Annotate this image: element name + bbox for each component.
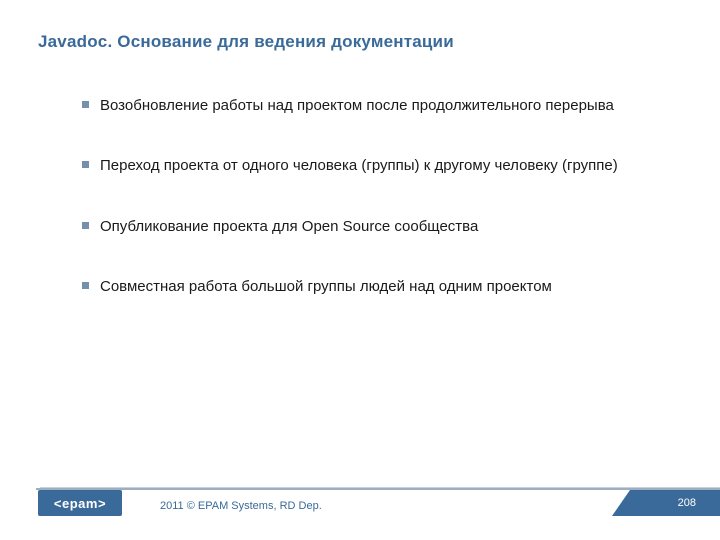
bullet-text: Опубликование проекта для Open Source со… bbox=[100, 218, 478, 235]
page-number-tab: 208 bbox=[630, 490, 720, 516]
slide: Javadoc. Основание для ведения документа… bbox=[0, 0, 720, 540]
list-item: Переход проекта от одного человека (груп… bbox=[82, 156, 636, 176]
list-item: Совместная работа большой группы людей н… bbox=[82, 277, 636, 297]
list-item: Возобновление работы над проектом после … bbox=[82, 96, 636, 116]
page-number: 208 bbox=[678, 497, 696, 509]
bullet-text: Переход проекта от одного человека (груп… bbox=[100, 157, 618, 174]
slide-title: Javadoc. Основание для ведения документа… bbox=[38, 32, 454, 52]
bullet-icon bbox=[82, 222, 89, 229]
copyright-text: 2011 © EPAM Systems, RD Dep. bbox=[160, 500, 322, 512]
bullet-icon bbox=[82, 282, 89, 289]
bullet-text: Совместная работа большой группы людей н… bbox=[100, 278, 552, 295]
bullet-text: Возобновление работы над проектом после … bbox=[100, 97, 614, 114]
logo: <epam> bbox=[38, 490, 122, 516]
list-item: Опубликование проекта для Open Source со… bbox=[82, 217, 636, 237]
logo-text: <epam> bbox=[54, 496, 106, 511]
bullet-icon bbox=[82, 161, 89, 168]
bullet-list: Возобновление работы над проектом после … bbox=[82, 96, 636, 337]
bullet-icon bbox=[82, 101, 89, 108]
